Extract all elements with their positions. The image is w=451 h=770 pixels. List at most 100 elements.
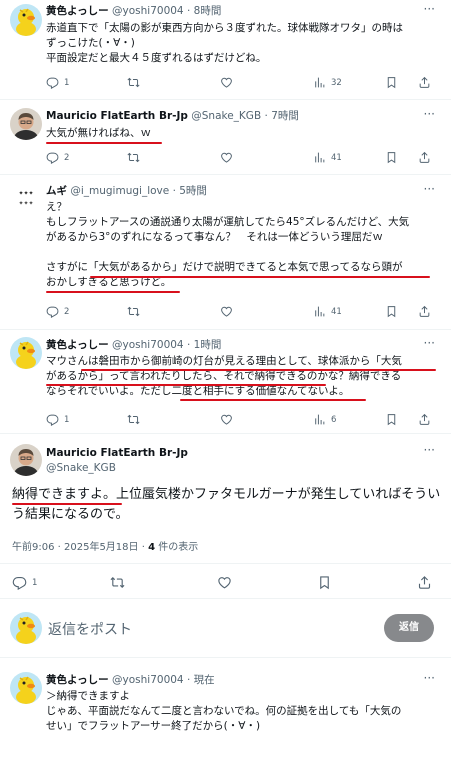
like-button[interactable] <box>220 413 233 426</box>
more-icon[interactable]: ··· <box>424 443 435 457</box>
share-button[interactable] <box>418 305 431 318</box>
author-handle[interactable]: @Snake_KGB <box>191 110 261 122</box>
views-label: 件の表示 <box>155 542 199 553</box>
share-button[interactable] <box>418 76 431 89</box>
main-tweet-line: う結果になるので。 <box>12 507 129 522</box>
reply-icon <box>46 151 59 164</box>
views-icon <box>313 151 326 164</box>
avatar[interactable] <box>10 444 42 476</box>
views-button[interactable]: 41 <box>313 151 342 164</box>
share-icon <box>418 151 431 164</box>
divider <box>0 598 451 599</box>
retweet-button[interactable] <box>110 575 125 590</box>
reply-button[interactable]: 2 <box>46 305 69 318</box>
reply-count: 1 <box>64 414 70 425</box>
author-handle[interactable]: @yoshi70004 <box>112 339 184 351</box>
share-button[interactable] <box>417 575 432 590</box>
author-handle[interactable]: @i_mugimugi_love <box>70 185 169 197</box>
avatar[interactable] <box>10 337 42 369</box>
reply-count: 2 <box>64 152 70 163</box>
bookmark-icon <box>385 151 398 164</box>
divider <box>0 99 451 100</box>
views-button[interactable]: 6 <box>313 413 336 426</box>
reply-input[interactable]: 返信をポスト <box>48 619 132 639</box>
text-line: じゃあ、平面説だなんて二度と言わないでね。何の証拠を出しても「大気の <box>46 705 402 717</box>
bookmark-button[interactable] <box>385 76 398 89</box>
tweet-text: ＞納得できますよ じゃあ、平面説だなんて二度と言わないでね。何の証拠を出しても「… <box>46 689 438 734</box>
main-tweet-line: 納得できますよ。上位蜃気楼かファタモルガーナが発生していればそうい <box>12 487 441 502</box>
post-time[interactable]: 7時間 <box>271 110 299 122</box>
reply-button[interactable]: 1 <box>46 413 69 426</box>
avatar[interactable] <box>10 4 42 36</box>
author-name[interactable]: Mauricio FlatEarth Br-Jp <box>46 110 188 122</box>
bookmark-button[interactable] <box>385 151 398 164</box>
views-icon <box>313 305 326 318</box>
red-underline <box>12 503 122 505</box>
avatar[interactable] <box>10 108 42 140</box>
retweet-icon <box>127 305 140 318</box>
post-time[interactable]: 5時間 <box>179 185 207 197</box>
retweet-icon <box>127 76 140 89</box>
text-line: マウさんは磐田市から御前崎の灯台が見える理由として、球体派から「大気 <box>46 355 402 367</box>
like-icon <box>220 76 233 89</box>
more-icon[interactable]: ··· <box>424 2 435 16</box>
more-icon[interactable]: ··· <box>424 107 435 121</box>
red-underline <box>46 384 326 386</box>
tweet-text: 赤道直下で「太陽の影が東西方向から３度ずれた。球体戦隊オワタ」の時は ずっこけた… <box>46 21 438 66</box>
views-button[interactable]: 41 <box>313 305 342 318</box>
reply-count: 2 <box>64 306 70 317</box>
tweet-header: Mauricio FlatEarth Br-Jp @Snake_KGB · 7時… <box>46 109 299 123</box>
share-button[interactable] <box>418 151 431 164</box>
bookmark-button[interactable] <box>317 575 332 590</box>
more-icon[interactable]: ··· <box>424 336 435 350</box>
author-name[interactable]: ムギ <box>46 185 67 197</box>
red-underline <box>90 276 430 278</box>
author-handle[interactable]: @yoshi70004 <box>112 5 184 17</box>
reply-count: 1 <box>64 77 70 88</box>
author-name[interactable]: 黄色よっしー <box>46 674 109 686</box>
author-handle[interactable]: @Snake_KGB <box>46 461 116 475</box>
bookmark-button[interactable] <box>385 413 398 426</box>
post-time[interactable]: 1時間 <box>194 339 222 351</box>
bookmark-button[interactable] <box>385 305 398 318</box>
post-time[interactable]: 現在 <box>194 674 215 686</box>
views-button[interactable]: 32 <box>313 76 342 89</box>
avatar[interactable] <box>10 672 42 704</box>
timestamp[interactable]: 午前9:06 · 2025年5月18日 · 4 件の表示 <box>12 538 198 553</box>
reply-button[interactable]: 1 <box>46 76 69 89</box>
action-bar: 1 32 <box>46 76 438 90</box>
retweet-button[interactable] <box>127 151 140 164</box>
divider <box>0 174 451 175</box>
share-button[interactable] <box>418 413 431 426</box>
text-line: があるから」って言われたりしたら、それで納得できるのかな？納得できる <box>46 370 402 382</box>
my-avatar[interactable] <box>10 612 42 644</box>
author-name[interactable]: 黄色よっしー <box>46 339 109 351</box>
like-button[interactable] <box>220 76 233 89</box>
tweet-header: 黄色よっしー @yoshi70004 · 1時間 <box>46 338 221 352</box>
retweet-button[interactable] <box>127 413 140 426</box>
like-button[interactable] <box>220 305 233 318</box>
text-line: え？ <box>46 201 67 213</box>
author-name[interactable]: Mauricio FlatEarth Br-Jp <box>46 446 188 460</box>
post-time[interactable]: 8時間 <box>194 5 222 17</box>
tweet-header: 黄色よっしー @yoshi70004 · 8時間 <box>46 4 221 18</box>
like-button[interactable] <box>217 575 232 590</box>
avatar[interactable] <box>10 183 42 215</box>
more-icon[interactable]: ··· <box>424 182 435 196</box>
author-handle[interactable]: @yoshi70004 <box>112 674 184 686</box>
action-bar: 2 41 <box>46 305 438 319</box>
retweet-button[interactable] <box>127 305 140 318</box>
bookmark-icon <box>385 305 398 318</box>
like-button[interactable] <box>220 151 233 164</box>
reply-button[interactable]: 1 <box>12 575 37 590</box>
author-name[interactable]: 黄色よっしー <box>46 5 109 17</box>
post-timestamp[interactable]: 午前9:06 · 2025年5月18日 · <box>12 542 148 553</box>
retweet-button[interactable] <box>127 76 140 89</box>
more-icon[interactable]: ··· <box>424 671 435 685</box>
views-icon <box>313 76 326 89</box>
bookmark-icon <box>385 413 398 426</box>
reply-button[interactable]: 2 <box>46 151 69 164</box>
red-underline <box>180 399 366 401</box>
like-icon <box>220 305 233 318</box>
reply-submit-button[interactable]: 返信 <box>384 614 434 642</box>
